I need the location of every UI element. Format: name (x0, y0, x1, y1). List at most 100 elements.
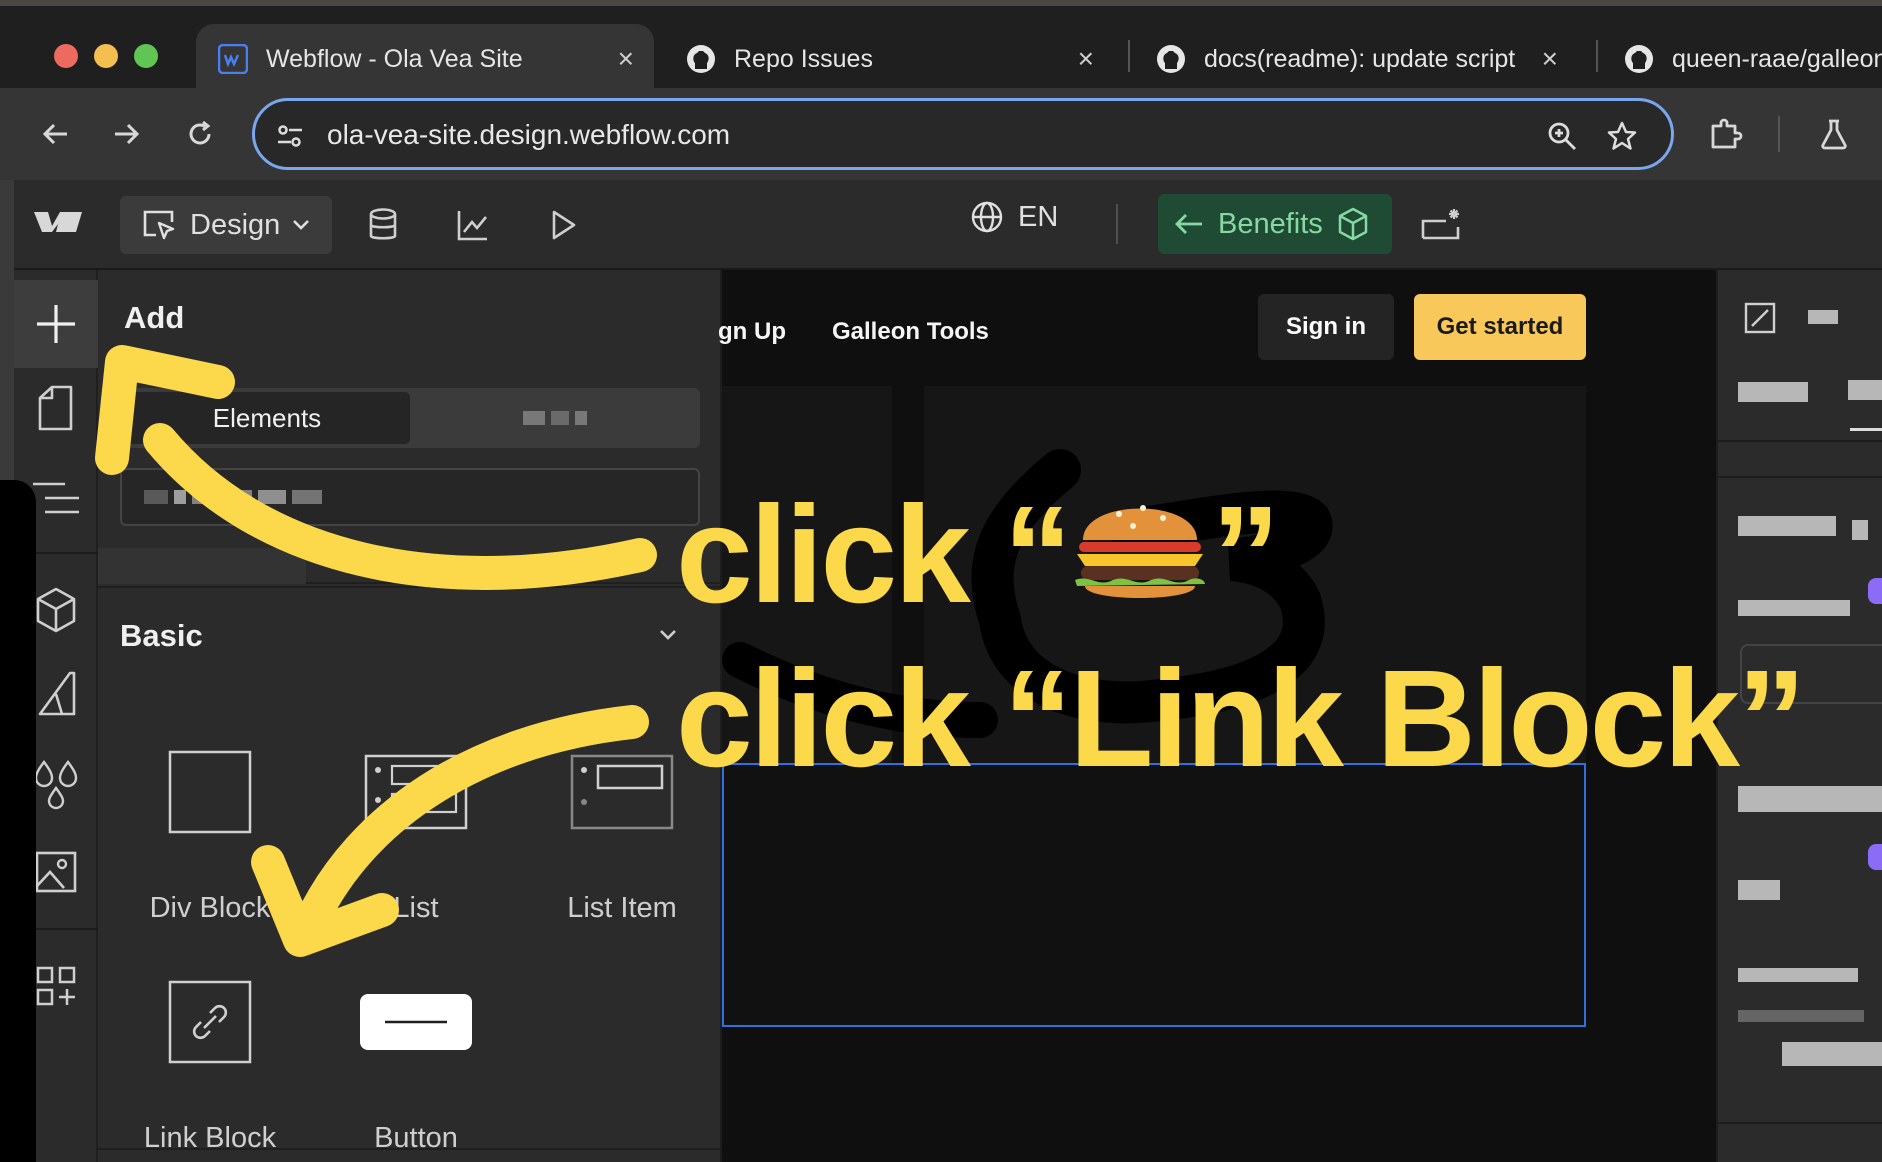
edit-square-icon[interactable] (1744, 302, 1776, 339)
active-tab-underline (1850, 428, 1882, 431)
redacted-text (1782, 1042, 1882, 1066)
redacted-text (258, 490, 286, 504)
elements-tab[interactable]: Elements (124, 392, 410, 444)
sparkle-box-icon (1421, 209, 1460, 240)
div-block-tile[interactable]: Div Block (120, 730, 300, 925)
div-block-icon (120, 730, 300, 854)
close-window-button[interactable] (54, 44, 78, 68)
design-mode-button[interactable]: Design (120, 196, 332, 254)
button-tile[interactable]: Button (326, 960, 506, 1155)
arrow-left-icon (1175, 214, 1202, 234)
database-icon (369, 208, 397, 240)
site-get-started-button[interactable]: Get started (1414, 294, 1586, 360)
tab-separator (1596, 40, 1598, 72)
tile-label: Div Block (149, 892, 271, 924)
webflow-logo-icon[interactable] (32, 202, 84, 242)
link-block-icon (120, 960, 300, 1084)
components-button[interactable] (28, 582, 84, 638)
maximize-window-button[interactable] (134, 44, 158, 68)
tab-close-icon[interactable]: × (618, 43, 634, 75)
github-icon (1622, 42, 1656, 76)
chevron-down-icon (293, 220, 310, 230)
navigator-button[interactable] (28, 470, 84, 526)
analyze-button[interactable] (450, 202, 496, 248)
redacted-text (292, 490, 322, 504)
back-button[interactable] (34, 112, 78, 156)
pages-button[interactable] (28, 380, 84, 436)
style-selectors-button[interactable] (28, 666, 84, 722)
browser-tab-repo-issues[interactable]: Repo Issues × (664, 24, 1114, 94)
add-panel: Add Elements Basic Div Block List List I… (98, 270, 722, 1162)
basic-section-title: Basic (120, 618, 203, 653)
ai-assistant-button[interactable] (1418, 202, 1464, 248)
minimize-window-button[interactable] (94, 44, 118, 68)
browser-tab-webflow[interactable]: Webflow - Ola Vea Site × (196, 24, 654, 94)
tab-title: Repo Issues (734, 44, 873, 73)
tab-close-icon[interactable]: × (1542, 43, 1558, 75)
image-icon (35, 851, 77, 893)
url-text: ola-vea-site.design.webflow.com (327, 119, 731, 150)
webflow-favicon-icon (216, 42, 250, 76)
browser-tab-queen-raae[interactable]: queen-raae/galleon (1602, 24, 1882, 94)
page-selector[interactable]: Benefits (1158, 194, 1392, 254)
line-chart-icon (457, 211, 488, 241)
apps-button[interactable] (28, 958, 84, 1014)
button-icon (326, 960, 506, 1084)
tile-label: Link Block (143, 1122, 277, 1154)
tab-close-icon[interactable]: × (1078, 43, 1094, 75)
locale-selector[interactable]: EN (970, 200, 1058, 234)
redacted-text (575, 411, 587, 425)
reload-button[interactable] (178, 112, 222, 156)
add-panel-button[interactable] (14, 280, 98, 368)
extensions-button[interactable] (1704, 112, 1748, 156)
apps-grid-icon (36, 966, 76, 1006)
toggle-handle[interactable] (1868, 844, 1882, 870)
preview-button[interactable] (540, 202, 586, 248)
get-started-label: Get started (1436, 313, 1564, 340)
panel-divider (1718, 476, 1882, 478)
redacted-text (523, 411, 545, 425)
panel-divider (1718, 1122, 1882, 1124)
selected-element-outline[interactable] (722, 763, 1586, 1027)
redacted-text (1738, 968, 1858, 982)
play-icon (552, 210, 576, 240)
design-mode-label: Design (190, 208, 281, 241)
site-settings-icon[interactable] (273, 119, 307, 153)
locale-label: EN (1018, 200, 1059, 233)
link-block-tile[interactable]: Link Block (120, 960, 300, 1155)
annotation-line1-suffix: ” (1211, 478, 1280, 632)
assets-button[interactable] (28, 844, 84, 900)
site-sign-in-button[interactable]: Sign in (1258, 294, 1394, 360)
address-bar[interactable]: ola-vea-site.design.webflow.com (252, 98, 1674, 170)
cube-icon (36, 587, 76, 633)
list-icon (326, 730, 506, 854)
elements-tab-label: Elements (212, 402, 322, 433)
cursor-box-icon (143, 210, 175, 240)
annotation-line2: click “Link Block” (676, 642, 1806, 796)
redacted-text (1738, 516, 1836, 536)
redacted-text (1738, 600, 1850, 616)
bookmark-star-icon[interactable] (1605, 119, 1639, 153)
forward-button[interactable] (104, 112, 148, 156)
drops-icon (34, 759, 78, 810)
site-nav-link-galleon-tools[interactable]: Galleon Tools (832, 318, 989, 346)
toggle-handle[interactable] (1868, 578, 1882, 604)
browser-tab-docs-readme[interactable]: docs(readme): update script × (1134, 24, 1578, 94)
subtab-active[interactable] (98, 548, 306, 584)
annotation-line1-prefix: click “ (676, 478, 1072, 632)
zoom-icon[interactable] (1545, 119, 1579, 153)
variables-button[interactable] (28, 756, 84, 812)
labs-button[interactable] (1812, 112, 1856, 156)
github-icon (684, 42, 718, 76)
browser-tab-strip: Webflow - Ola Vea Site × Repo Issues × d… (0, 0, 1882, 94)
element-search-input[interactable] (120, 468, 700, 526)
cms-button[interactable] (360, 202, 406, 248)
navigator-lines-icon (33, 482, 79, 514)
redacted-text (174, 490, 186, 504)
site-nav-link-sign-up[interactable]: gn Up (718, 318, 786, 346)
redaction-brush (0, 480, 36, 1162)
redacted-text (1738, 880, 1780, 900)
list-tile[interactable]: List (326, 730, 506, 925)
layouts-tab[interactable] (420, 392, 696, 444)
chevron-down-icon[interactable] (658, 628, 678, 647)
